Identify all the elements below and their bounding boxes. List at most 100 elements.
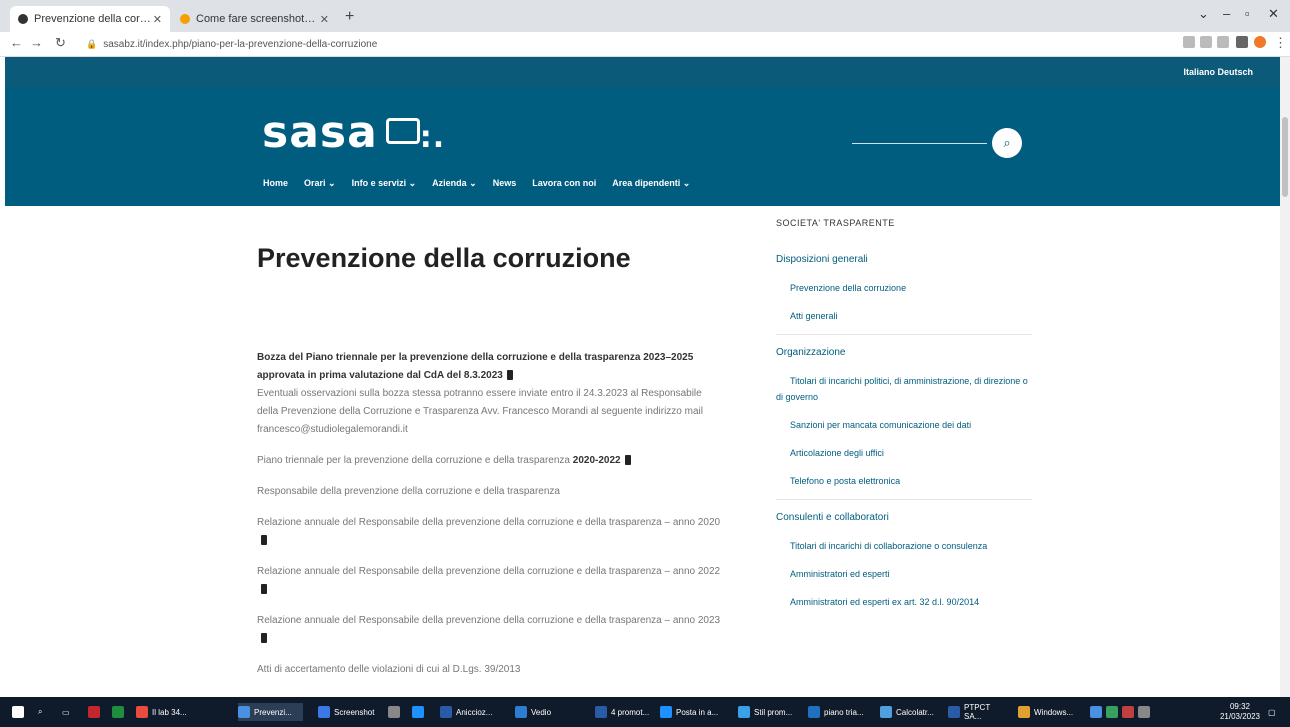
plan-2020-text[interactable]: Piano triennale per la prevenzione della… — [257, 455, 570, 466]
plan-2020-years[interactable]: 2020-2022 — [573, 455, 621, 466]
clock[interactable]: 09:32 21/03/2023 — [1220, 702, 1260, 722]
taskbar-item[interactable]: Il lab 34... — [136, 703, 226, 721]
back-icon[interactable]: ← — [10, 35, 23, 50]
nav-orari[interactable]: Orari ⌄ — [304, 178, 336, 189]
url-text: sasabz.it/index.php/piano-per-la-prevenz… — [103, 38, 378, 50]
sidebar-title: SOCIETA' TRASPARENTE — [776, 218, 895, 228]
system-tray[interactable] — [1090, 703, 1200, 721]
sidebar-item[interactable]: Amministratori ed esperti ex art. 32 d.l… — [776, 588, 1032, 616]
extension-icon[interactable] — [1200, 36, 1212, 48]
logo-mark-icon — [385, 118, 420, 144]
draft-plan-note: Eventuali osservazioni sulla bozza stess… — [257, 388, 703, 417]
sidebar-section[interactable]: Consulenti e collaboratori — [776, 504, 1032, 532]
search-button[interactable]: ⌕ — [992, 128, 1022, 158]
main-content: Bozza del Piano triennale per la prevenz… — [257, 349, 722, 692]
sidebar-item[interactable]: Amministratori ed esperti — [776, 560, 1032, 588]
taskbar-item[interactable]: Screenshot — [318, 703, 374, 721]
violations-link[interactable]: Atti di accertamento delle violazioni di… — [257, 664, 520, 675]
draft-plan-link[interactable]: Bozza del Piano triennale per la prevenz… — [257, 352, 693, 381]
extension-icon[interactable] — [1183, 36, 1195, 48]
tab-close-icon[interactable]: ✕ — [153, 13, 162, 26]
maximize-icon[interactable]: ▫ — [1245, 6, 1250, 21]
sidebar-item[interactable]: Prevenzione della corruzione — [776, 274, 1032, 302]
pdf-icon — [261, 633, 267, 644]
app-icon[interactable] — [112, 703, 128, 721]
nav-lavora[interactable]: Lavora con noi — [532, 178, 596, 189]
tab-favicon-icon — [18, 14, 28, 24]
email-link[interactable]: francesco@studiolegalemorandi.it — [257, 424, 408, 435]
browser-tab-active[interactable]: Prevenzione della corruzione - ... ✕ — [10, 6, 170, 32]
sidebar-item[interactable]: Articolazione degli uffici — [776, 439, 1032, 467]
notifications-icon[interactable]: ▢ — [1268, 703, 1276, 721]
profile-icon[interactable] — [1254, 36, 1266, 48]
site-header: sasa:. ⌕ Home Orari ⌄ Info e servizi ⌄ A… — [5, 87, 1280, 206]
sidebar-item[interactable]: Sanzioni per mancata comunicazione dei d… — [776, 411, 1032, 439]
taskbar-item[interactable]: Posta in a... — [660, 703, 725, 721]
nav-home[interactable]: Home — [263, 178, 288, 189]
tab-label: Prevenzione della corruzione - ... — [34, 13, 153, 25]
report-2023-link[interactable]: Relazione annuale del Responsabile della… — [257, 615, 720, 626]
sidebar-item[interactable]: Titolari di incarichi di collaborazione … — [776, 532, 1032, 560]
sidepanel-icon[interactable] — [1236, 36, 1248, 48]
pdf-icon — [506, 370, 513, 381]
browser-tab[interactable]: Come fare screenshot PC | Salvat... ✕ — [172, 6, 337, 32]
tab-favicon-icon — [180, 14, 190, 24]
search-taskbar-icon[interactable]: ⌕ — [38, 703, 42, 721]
search-icon: ⌕ — [1003, 135, 1011, 150]
tab-search-icon[interactable]: ⌄ — [1198, 6, 1209, 22]
sidebar-item[interactable]: Telefono e posta elettronica — [776, 467, 1032, 495]
close-window-icon[interactable]: ✕ — [1268, 6, 1279, 22]
page-title: Prevenzione della corruzione — [257, 243, 631, 273]
taskbar-item[interactable]: PTPCT SA... — [948, 703, 1008, 721]
nav-azienda[interactable]: Azienda ⌄ — [432, 178, 477, 189]
pdf-icon — [261, 584, 267, 595]
sidebar-section[interactable]: Organizzazione — [776, 339, 1032, 367]
start-icon[interactable] — [12, 703, 28, 721]
taskbar-item[interactable]: Calcolatr... — [880, 703, 940, 721]
site-topbar: Italiano Deutsch — [5, 57, 1280, 87]
app-icon[interactable] — [388, 703, 404, 721]
taskbar-item[interactable]: piano tria... — [808, 703, 868, 721]
minimize-icon[interactable]: – — [1223, 6, 1230, 21]
report-2020-link[interactable]: Relazione annuale del Responsabile della… — [257, 517, 720, 528]
divider — [776, 334, 1032, 335]
language-switch[interactable]: Italiano Deutsch — [1183, 67, 1253, 77]
menu-icon[interactable]: ⋮ — [1274, 35, 1287, 51]
pdf-icon — [261, 535, 267, 546]
tab-close-icon[interactable]: ✕ — [320, 13, 329, 26]
nav-news[interactable]: News — [493, 178, 517, 189]
search-input[interactable] — [852, 143, 987, 144]
taskbar-item[interactable]: Vedio — [515, 703, 560, 721]
logo-text: sasa — [262, 107, 378, 158]
browser-toolbar: ← → ↻ 🔒 sasabz.it/index.php/piano-per-la… — [0, 32, 1290, 57]
nav-info-servizi[interactable]: Info e servizi ⌄ — [352, 178, 417, 189]
tab-label: Come fare screenshot PC | Salvat... — [196, 13, 316, 25]
taskbar-item[interactable]: Stil prom... — [738, 703, 798, 721]
sidebar-item[interactable]: Titolari di incarichi politici, di ammin… — [776, 367, 1032, 411]
lock-icon: 🔒 — [86, 38, 98, 49]
sidebar: SOCIETA' TRASPARENTE Disposizioni genera… — [776, 218, 1032, 616]
reload-icon[interactable]: ↻ — [55, 35, 66, 51]
new-tab-icon[interactable]: + — [345, 8, 354, 26]
forward-icon[interactable]: → — [30, 35, 43, 50]
responsible-link[interactable]: Responsabile della prevenzione della cor… — [257, 486, 560, 497]
sidebar-section[interactable]: Disposizioni generali — [776, 246, 1032, 274]
nav-area-dipendenti[interactable]: Area dipendenti ⌄ — [612, 178, 690, 189]
edge-icon[interactable] — [412, 703, 428, 721]
task-view-icon[interactable]: ▭ — [62, 703, 70, 721]
app-icon[interactable] — [88, 703, 104, 721]
taskbar-item[interactable]: Windows... — [1018, 703, 1080, 721]
scrollbar-thumb[interactable] — [1282, 117, 1288, 197]
site-logo[interactable]: sasa:. — [262, 107, 445, 158]
taskbar-item[interactable]: Aniccioz... — [440, 703, 500, 721]
taskbar-item-active[interactable]: Prevenzi... — [238, 703, 303, 721]
main-nav: Home Orari ⌄ Info e servizi ⌄ Azienda ⌄ … — [263, 178, 690, 189]
browser-tabbar: Prevenzione della corruzione - ... ✕ Com… — [0, 0, 1290, 32]
taskbar-item[interactable]: 4 promot... — [595, 703, 655, 721]
extension-icon[interactable] — [1217, 36, 1229, 48]
windows-taskbar: ⌕ ▭ Il lab 34... Prevenzi... Screenshot … — [0, 697, 1290, 727]
address-bar[interactable]: 🔒 sasabz.it/index.php/piano-per-la-preve… — [86, 35, 506, 53]
scrollbar[interactable] — [1280, 57, 1290, 697]
report-2022-link[interactable]: Relazione annuale del Responsabile della… — [257, 566, 720, 577]
sidebar-item[interactable]: Atti generali — [776, 302, 1032, 330]
